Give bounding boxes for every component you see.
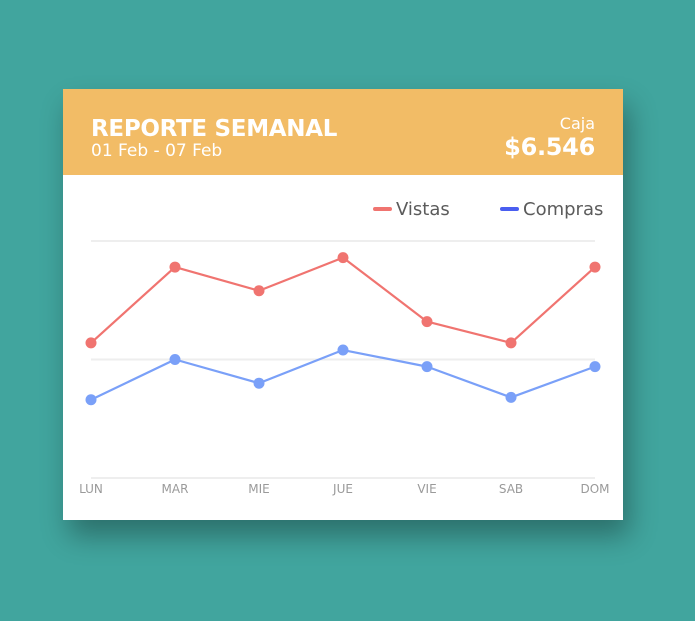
- data-point-compras-mar[interactable]: [169, 354, 181, 365]
- data-point-compras-sab[interactable]: [505, 391, 517, 403]
- x-axis-ticks: LUN MAR MIE JUE VIE SAB DOM: [79, 482, 609, 496]
- data-point-compras-dom[interactable]: [589, 361, 601, 373]
- x-tick-vie: VIE: [417, 482, 436, 496]
- data-point-compras-vie[interactable]: [421, 361, 433, 373]
- x-tick-mar: MAR: [162, 482, 189, 496]
- data-point-vistas-sab[interactable]: [505, 337, 517, 349]
- data-point-vistas-mar[interactable]: [169, 261, 181, 273]
- data-point-vistas-mie[interactable]: [253, 285, 265, 297]
- x-tick-lun: LUN: [79, 482, 103, 496]
- grid-layer: [91, 240, 595, 479]
- series-line-compras: [89, 348, 597, 401]
- x-tick-sab: SAB: [499, 482, 523, 496]
- data-point-vistas-dom[interactable]: [589, 261, 601, 273]
- x-tick-mie: MIE: [248, 482, 269, 496]
- data-point-vistas-jue[interactable]: [337, 252, 349, 264]
- data-point-compras-mie[interactable]: [253, 377, 265, 389]
- x-tick-dom: DOM: [580, 482, 609, 496]
- weekly-report-card: REPORTE SEMANAL 01 Feb - 07 Feb Caja $6.…: [63, 89, 623, 520]
- series-layer: [85, 252, 601, 406]
- data-point-vistas-lun[interactable]: [85, 337, 97, 349]
- data-point-compras-lun[interactable]: [85, 394, 97, 406]
- x-tick-jue: JUE: [332, 482, 353, 496]
- data-point-compras-jue[interactable]: [337, 344, 349, 356]
- data-point-vistas-vie[interactable]: [421, 316, 433, 328]
- series-line-vistas: [89, 256, 597, 345]
- line-chart: LUN MAR MIE JUE VIE SAB DOM: [79, 240, 610, 496]
